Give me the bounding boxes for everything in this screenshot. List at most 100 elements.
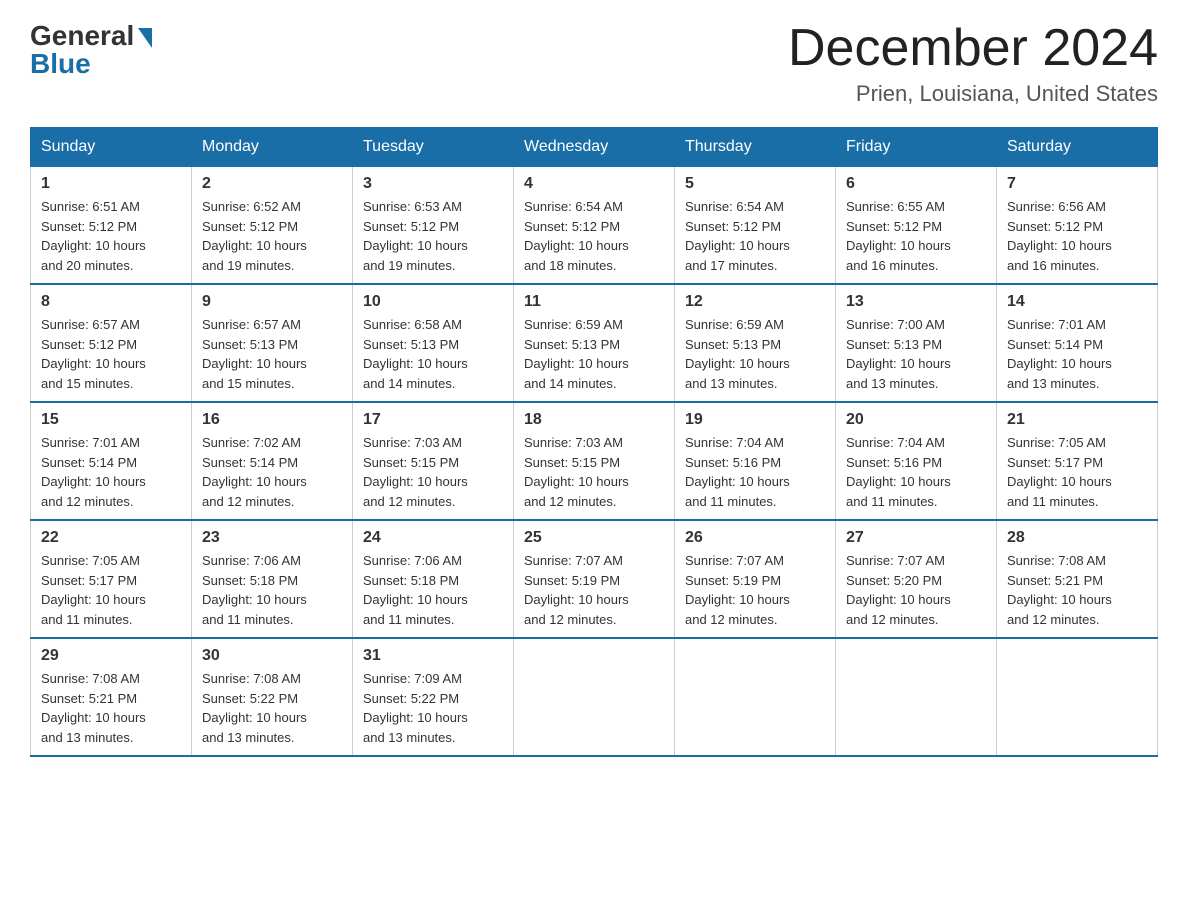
title-section: December 2024 Prien, Louisiana, United S… — [788, 20, 1158, 107]
cell-week4-day7: 28 Sunrise: 7:08 AM Sunset: 5:21 PM Dayl… — [997, 520, 1158, 638]
day-info: Sunrise: 6:56 AM Sunset: 5:12 PM Dayligh… — [1007, 197, 1147, 275]
day-number: 28 — [1007, 529, 1147, 547]
cell-week1-day7: 7 Sunrise: 6:56 AM Sunset: 5:12 PM Dayli… — [997, 167, 1158, 285]
cell-week4-day6: 27 Sunrise: 7:07 AM Sunset: 5:20 PM Dayl… — [836, 520, 997, 638]
day-info: Sunrise: 6:57 AM Sunset: 5:13 PM Dayligh… — [202, 315, 342, 393]
day-number: 22 — [41, 529, 181, 547]
page-header: General Blue December 2024 Prien, Louisi… — [30, 20, 1158, 107]
day-info: Sunrise: 7:01 AM Sunset: 5:14 PM Dayligh… — [1007, 315, 1147, 393]
day-info: Sunrise: 7:08 AM Sunset: 5:22 PM Dayligh… — [202, 669, 342, 747]
week-row-4: 22 Sunrise: 7:05 AM Sunset: 5:17 PM Dayl… — [31, 520, 1158, 638]
cell-week4-day5: 26 Sunrise: 7:07 AM Sunset: 5:19 PM Dayl… — [675, 520, 836, 638]
cell-week2-day5: 12 Sunrise: 6:59 AM Sunset: 5:13 PM Dayl… — [675, 284, 836, 402]
cell-week1-day6: 6 Sunrise: 6:55 AM Sunset: 5:12 PM Dayli… — [836, 167, 997, 285]
cell-week3-day1: 15 Sunrise: 7:01 AM Sunset: 5:14 PM Dayl… — [31, 402, 192, 520]
day-info: Sunrise: 7:00 AM Sunset: 5:13 PM Dayligh… — [846, 315, 986, 393]
day-number: 20 — [846, 411, 986, 429]
cell-week1-day1: 1 Sunrise: 6:51 AM Sunset: 5:12 PM Dayli… — [31, 167, 192, 285]
cell-week4-day2: 23 Sunrise: 7:06 AM Sunset: 5:18 PM Dayl… — [192, 520, 353, 638]
calendar-table: SundayMondayTuesdayWednesdayThursdayFrid… — [30, 127, 1158, 757]
week-row-2: 8 Sunrise: 6:57 AM Sunset: 5:12 PM Dayli… — [31, 284, 1158, 402]
day-info: Sunrise: 6:53 AM Sunset: 5:12 PM Dayligh… — [363, 197, 503, 275]
cell-week2-day1: 8 Sunrise: 6:57 AM Sunset: 5:12 PM Dayli… — [31, 284, 192, 402]
day-info: Sunrise: 7:04 AM Sunset: 5:16 PM Dayligh… — [846, 433, 986, 511]
day-number: 30 — [202, 647, 342, 665]
cell-week2-day7: 14 Sunrise: 7:01 AM Sunset: 5:14 PM Dayl… — [997, 284, 1158, 402]
day-number: 5 — [685, 175, 825, 193]
cell-week3-day2: 16 Sunrise: 7:02 AM Sunset: 5:14 PM Dayl… — [192, 402, 353, 520]
day-number: 2 — [202, 175, 342, 193]
cell-week1-day3: 3 Sunrise: 6:53 AM Sunset: 5:12 PM Dayli… — [353, 167, 514, 285]
header-saturday: Saturday — [997, 128, 1158, 167]
day-number: 31 — [363, 647, 503, 665]
day-info: Sunrise: 6:51 AM Sunset: 5:12 PM Dayligh… — [41, 197, 181, 275]
day-info: Sunrise: 6:54 AM Sunset: 5:12 PM Dayligh… — [685, 197, 825, 275]
cell-week3-day5: 19 Sunrise: 7:04 AM Sunset: 5:16 PM Dayl… — [675, 402, 836, 520]
day-info: Sunrise: 7:09 AM Sunset: 5:22 PM Dayligh… — [363, 669, 503, 747]
cell-week5-day3: 31 Sunrise: 7:09 AM Sunset: 5:22 PM Dayl… — [353, 638, 514, 756]
cell-week1-day4: 4 Sunrise: 6:54 AM Sunset: 5:12 PM Dayli… — [514, 167, 675, 285]
cell-week2-day2: 9 Sunrise: 6:57 AM Sunset: 5:13 PM Dayli… — [192, 284, 353, 402]
day-number: 12 — [685, 293, 825, 311]
cell-week4-day3: 24 Sunrise: 7:06 AM Sunset: 5:18 PM Dayl… — [353, 520, 514, 638]
header-wednesday: Wednesday — [514, 128, 675, 167]
day-number: 26 — [685, 529, 825, 547]
cell-week3-day3: 17 Sunrise: 7:03 AM Sunset: 5:15 PM Dayl… — [353, 402, 514, 520]
cell-week4-day4: 25 Sunrise: 7:07 AM Sunset: 5:19 PM Dayl… — [514, 520, 675, 638]
day-number: 14 — [1007, 293, 1147, 311]
day-number: 15 — [41, 411, 181, 429]
day-info: Sunrise: 7:08 AM Sunset: 5:21 PM Dayligh… — [41, 669, 181, 747]
day-number: 29 — [41, 647, 181, 665]
day-info: Sunrise: 7:07 AM Sunset: 5:19 PM Dayligh… — [685, 551, 825, 629]
day-number: 10 — [363, 293, 503, 311]
cell-week3-day4: 18 Sunrise: 7:03 AM Sunset: 5:15 PM Dayl… — [514, 402, 675, 520]
day-number: 27 — [846, 529, 986, 547]
cell-week1-day5: 5 Sunrise: 6:54 AM Sunset: 5:12 PM Dayli… — [675, 167, 836, 285]
day-info: Sunrise: 7:01 AM Sunset: 5:14 PM Dayligh… — [41, 433, 181, 511]
day-number: 6 — [846, 175, 986, 193]
day-info: Sunrise: 7:07 AM Sunset: 5:20 PM Dayligh… — [846, 551, 986, 629]
day-number: 25 — [524, 529, 664, 547]
day-info: Sunrise: 7:03 AM Sunset: 5:15 PM Dayligh… — [524, 433, 664, 511]
day-info: Sunrise: 6:52 AM Sunset: 5:12 PM Dayligh… — [202, 197, 342, 275]
day-info: Sunrise: 7:05 AM Sunset: 5:17 PM Dayligh… — [41, 551, 181, 629]
cell-week5-day2: 30 Sunrise: 7:08 AM Sunset: 5:22 PM Dayl… — [192, 638, 353, 756]
day-info: Sunrise: 7:04 AM Sunset: 5:16 PM Dayligh… — [685, 433, 825, 511]
day-number: 13 — [846, 293, 986, 311]
day-info: Sunrise: 7:06 AM Sunset: 5:18 PM Dayligh… — [363, 551, 503, 629]
day-info: Sunrise: 6:57 AM Sunset: 5:12 PM Dayligh… — [41, 315, 181, 393]
day-number: 16 — [202, 411, 342, 429]
month-year-title: December 2024 — [788, 20, 1158, 77]
cell-week2-day4: 11 Sunrise: 6:59 AM Sunset: 5:13 PM Dayl… — [514, 284, 675, 402]
cell-week2-day6: 13 Sunrise: 7:00 AM Sunset: 5:13 PM Dayl… — [836, 284, 997, 402]
day-info: Sunrise: 6:59 AM Sunset: 5:13 PM Dayligh… — [685, 315, 825, 393]
header-tuesday: Tuesday — [353, 128, 514, 167]
day-number: 19 — [685, 411, 825, 429]
week-row-1: 1 Sunrise: 6:51 AM Sunset: 5:12 PM Dayli… — [31, 167, 1158, 285]
day-number: 23 — [202, 529, 342, 547]
logo-arrow-icon — [138, 28, 152, 48]
logo: General Blue — [30, 20, 152, 80]
header-monday: Monday — [192, 128, 353, 167]
day-number: 11 — [524, 293, 664, 311]
header-friday: Friday — [836, 128, 997, 167]
day-info: Sunrise: 7:06 AM Sunset: 5:18 PM Dayligh… — [202, 551, 342, 629]
day-number: 8 — [41, 293, 181, 311]
cell-week1-day2: 2 Sunrise: 6:52 AM Sunset: 5:12 PM Dayli… — [192, 167, 353, 285]
cell-week5-day1: 29 Sunrise: 7:08 AM Sunset: 5:21 PM Dayl… — [31, 638, 192, 756]
cell-week5-day7 — [997, 638, 1158, 756]
day-info: Sunrise: 7:05 AM Sunset: 5:17 PM Dayligh… — [1007, 433, 1147, 511]
calendar-header-row: SundayMondayTuesdayWednesdayThursdayFrid… — [31, 128, 1158, 167]
day-info: Sunrise: 6:55 AM Sunset: 5:12 PM Dayligh… — [846, 197, 986, 275]
day-info: Sunrise: 6:54 AM Sunset: 5:12 PM Dayligh… — [524, 197, 664, 275]
cell-week5-day6 — [836, 638, 997, 756]
day-number: 9 — [202, 293, 342, 311]
day-info: Sunrise: 6:58 AM Sunset: 5:13 PM Dayligh… — [363, 315, 503, 393]
logo-blue-text: Blue — [30, 48, 91, 80]
day-number: 24 — [363, 529, 503, 547]
day-number: 7 — [1007, 175, 1147, 193]
week-row-3: 15 Sunrise: 7:01 AM Sunset: 5:14 PM Dayl… — [31, 402, 1158, 520]
day-info: Sunrise: 7:08 AM Sunset: 5:21 PM Dayligh… — [1007, 551, 1147, 629]
cell-week5-day4 — [514, 638, 675, 756]
day-info: Sunrise: 6:59 AM Sunset: 5:13 PM Dayligh… — [524, 315, 664, 393]
